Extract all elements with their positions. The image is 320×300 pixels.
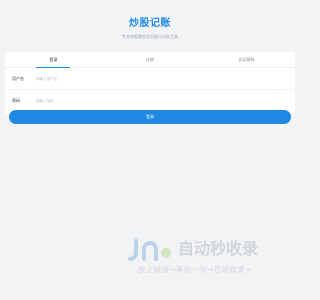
auth-tabs: 登录 注册 忘记密码 [5,52,295,68]
password-row: 密码 [5,90,295,112]
watermark-slogan: 放上链接→来访一次→自动收录→ [138,265,252,274]
app-title: 炒股记账 [129,18,171,29]
username-label: 用户名 [12,75,24,81]
login-button[interactable]: 登录 [9,110,291,124]
tab-login[interactable]: 登录 [5,52,102,68]
username-input[interactable] [36,73,295,84]
watermark: 自动秒收录 放上链接→来访一次→自动收录→ [128,237,288,277]
tab-forgot-password[interactable]: 忘记密码 [198,52,295,67]
password-input[interactable] [36,96,295,106]
password-label: 密码 [12,98,20,103]
watermark-title: 自动秒收录 [178,239,259,258]
tab-register[interactable]: 注册 [102,52,199,67]
link-logo-icon [128,239,171,261]
header: 炒股记账 专业的股票投资记账与分析工具 [0,18,300,40]
app-subtitle: 专业的股票投资记账与分析工具 [122,34,178,39]
login-page: 炒股记账 专业的股票投资记账与分析工具 登录 注册 忘记密码 用户名 密码 登录… [0,0,300,300]
username-row: 用户名 [5,68,295,90]
login-card: 登录 注册 忘记密码 用户名 密码 [5,52,295,114]
